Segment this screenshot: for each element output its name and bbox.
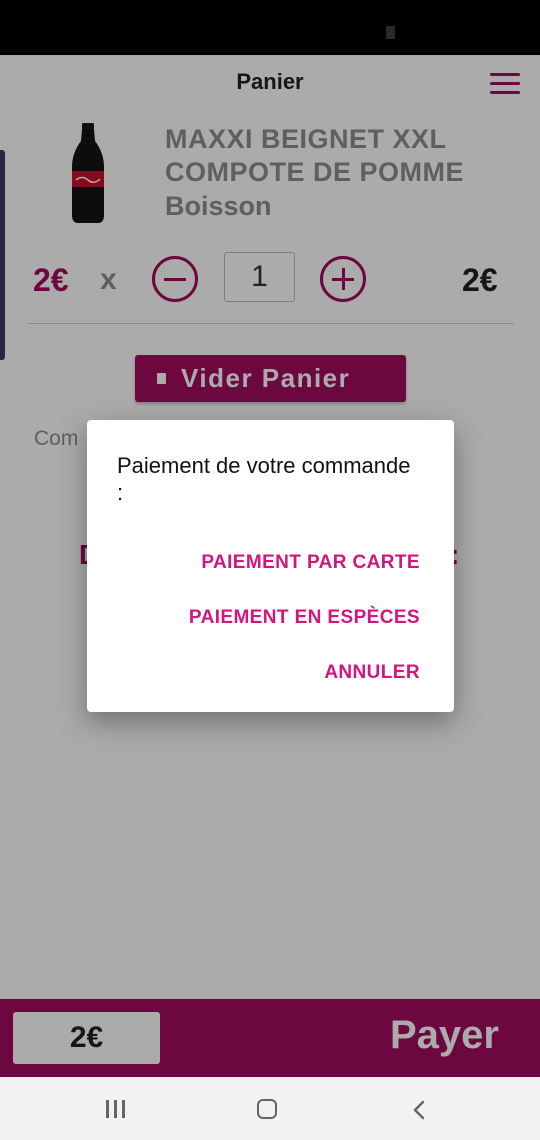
nav-back-icon[interactable] xyxy=(408,1099,430,1121)
nav-home-icon[interactable] xyxy=(257,1099,277,1119)
pay-cash-button[interactable]: PAIEMENT EN ESPÈCES xyxy=(189,607,420,629)
payment-dialog: Paiement de votre commande : PAIEMENT PA… xyxy=(87,420,454,712)
system-nav-bar xyxy=(0,1077,540,1140)
status-bar xyxy=(0,0,540,55)
battery-icon xyxy=(386,26,395,39)
dialog-message: Paiement de votre commande : xyxy=(117,453,411,505)
cancel-button[interactable]: ANNULER xyxy=(324,662,420,684)
nav-recent-icon[interactable] xyxy=(106,1100,128,1118)
pay-by-card-button[interactable]: PAIEMENT PAR CARTE xyxy=(201,552,420,574)
